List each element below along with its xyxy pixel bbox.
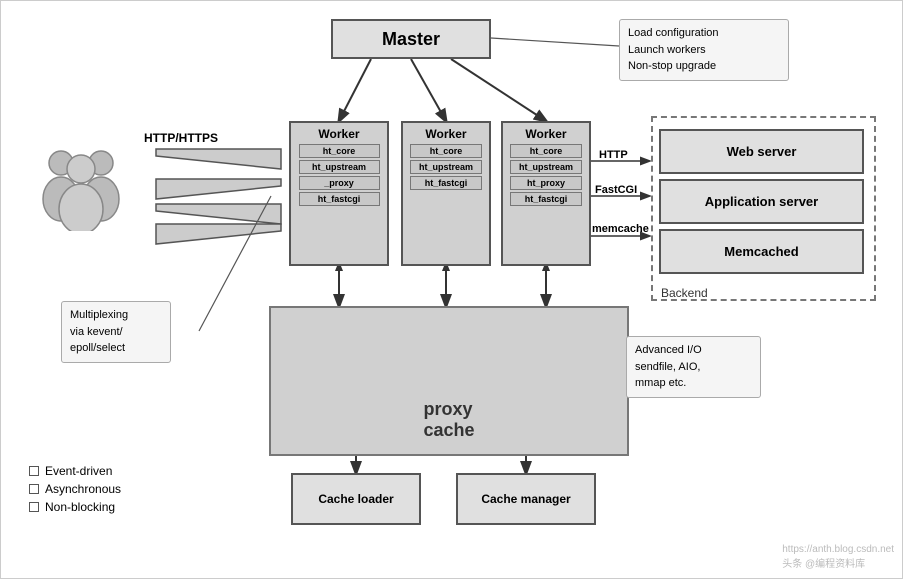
worker3-mod2: ht_proxy — [510, 176, 582, 190]
worker1-mod2: _proxy — [299, 176, 380, 190]
worker2-mod1: ht_upstream — [410, 160, 482, 174]
legend-item-0: Event-driven — [29, 464, 121, 478]
callout-top-line3: Non-stop upgrade — [628, 58, 780, 75]
proxy-cache-area — [269, 306, 629, 456]
http-https-label: HTTP/HTTPS — [144, 131, 218, 145]
memcached-box: Memcached — [659, 229, 864, 274]
web-server-box: Web server — [659, 129, 864, 174]
worker1-mod1: ht_upstream — [299, 160, 380, 174]
legend-item-2: Non-blocking — [29, 500, 121, 514]
legend-label-1: Asynchronous — [45, 482, 121, 496]
worker3-box: Worker ht_core ht_upstream ht_proxy ht_f… — [501, 121, 591, 266]
web-server-label: Web server — [727, 144, 797, 159]
callout-right-line1: Advanced I/O — [635, 342, 752, 359]
legend-item-1: Asynchronous — [29, 482, 121, 496]
watermark-url: https://anth.blog.csdn.net — [782, 544, 894, 555]
legend-square-2 — [29, 502, 39, 512]
cache-loader-label: Cache loader — [318, 492, 393, 506]
worker1-box: Worker ht_core ht_upstream _proxy ht_fas… — [289, 121, 389, 266]
app-server-box: Application server — [659, 179, 864, 224]
callout-right-line3: mmap etc. — [635, 375, 752, 392]
callout-advanced-io: Advanced I/O sendfile, AIO, mmap etc. — [626, 336, 761, 398]
worker1-mod3: ht_fastcgi — [299, 192, 380, 206]
worker2-mod2: ht_fastcgi — [410, 176, 482, 190]
diagram-container: Master Load configuration Launch workers… — [0, 0, 903, 579]
worker3-mod0: ht_core — [510, 144, 582, 158]
memcache-label: memcache — [592, 223, 649, 235]
worker2-title: Worker — [406, 127, 486, 141]
callout-left-line2: via kevent/ — [70, 324, 162, 341]
cache-manager-label: Cache manager — [481, 492, 570, 506]
master-box: Master — [331, 19, 491, 59]
master-label: Master — [382, 29, 440, 50]
cache-manager-box: Cache manager — [456, 473, 596, 525]
callout-multiplexing: Multiplexing via kevent/ epoll/select — [61, 301, 171, 363]
memcached-label: Memcached — [724, 244, 798, 259]
worker1-title: Worker — [294, 127, 384, 141]
worker3-mod1: ht_upstream — [510, 160, 582, 174]
watermark-brand: 头条 @编程资料库 — [782, 555, 894, 570]
callout-top: Load configuration Launch workers Non-st… — [619, 19, 789, 81]
worker3-title: Worker — [506, 127, 586, 141]
http-label: HTTP — [599, 149, 628, 161]
worker2-mod0: ht_core — [410, 144, 482, 158]
callout-right-line2: sendfile, AIO, — [635, 359, 752, 376]
legend-square-0 — [29, 466, 39, 476]
callout-top-line2: Launch workers — [628, 42, 780, 59]
callout-left-line3: epoll/select — [70, 340, 162, 357]
worker1-mod0: ht_core — [299, 144, 380, 158]
worker2-box: Worker ht_core ht_upstream ht_fastcgi — [401, 121, 491, 266]
backend-label: Backend — [661, 286, 708, 300]
legend: Event-driven Asynchronous Non-blocking — [29, 464, 121, 518]
worker3-mod3: ht_fastcgi — [510, 192, 582, 206]
fastcgi-label: FastCGI — [595, 184, 637, 196]
app-server-label: Application server — [705, 194, 818, 209]
cache-loader-box: Cache loader — [291, 473, 421, 525]
callout-left-line1: Multiplexing — [70, 307, 162, 324]
callout-top-line1: Load configuration — [628, 25, 780, 42]
legend-label-0: Event-driven — [45, 464, 112, 478]
watermark: https://anth.blog.csdn.net 头条 @编程资料库 — [782, 544, 894, 570]
legend-label-2: Non-blocking — [45, 500, 115, 514]
legend-square-1 — [29, 484, 39, 494]
people-icon — [31, 141, 131, 234]
